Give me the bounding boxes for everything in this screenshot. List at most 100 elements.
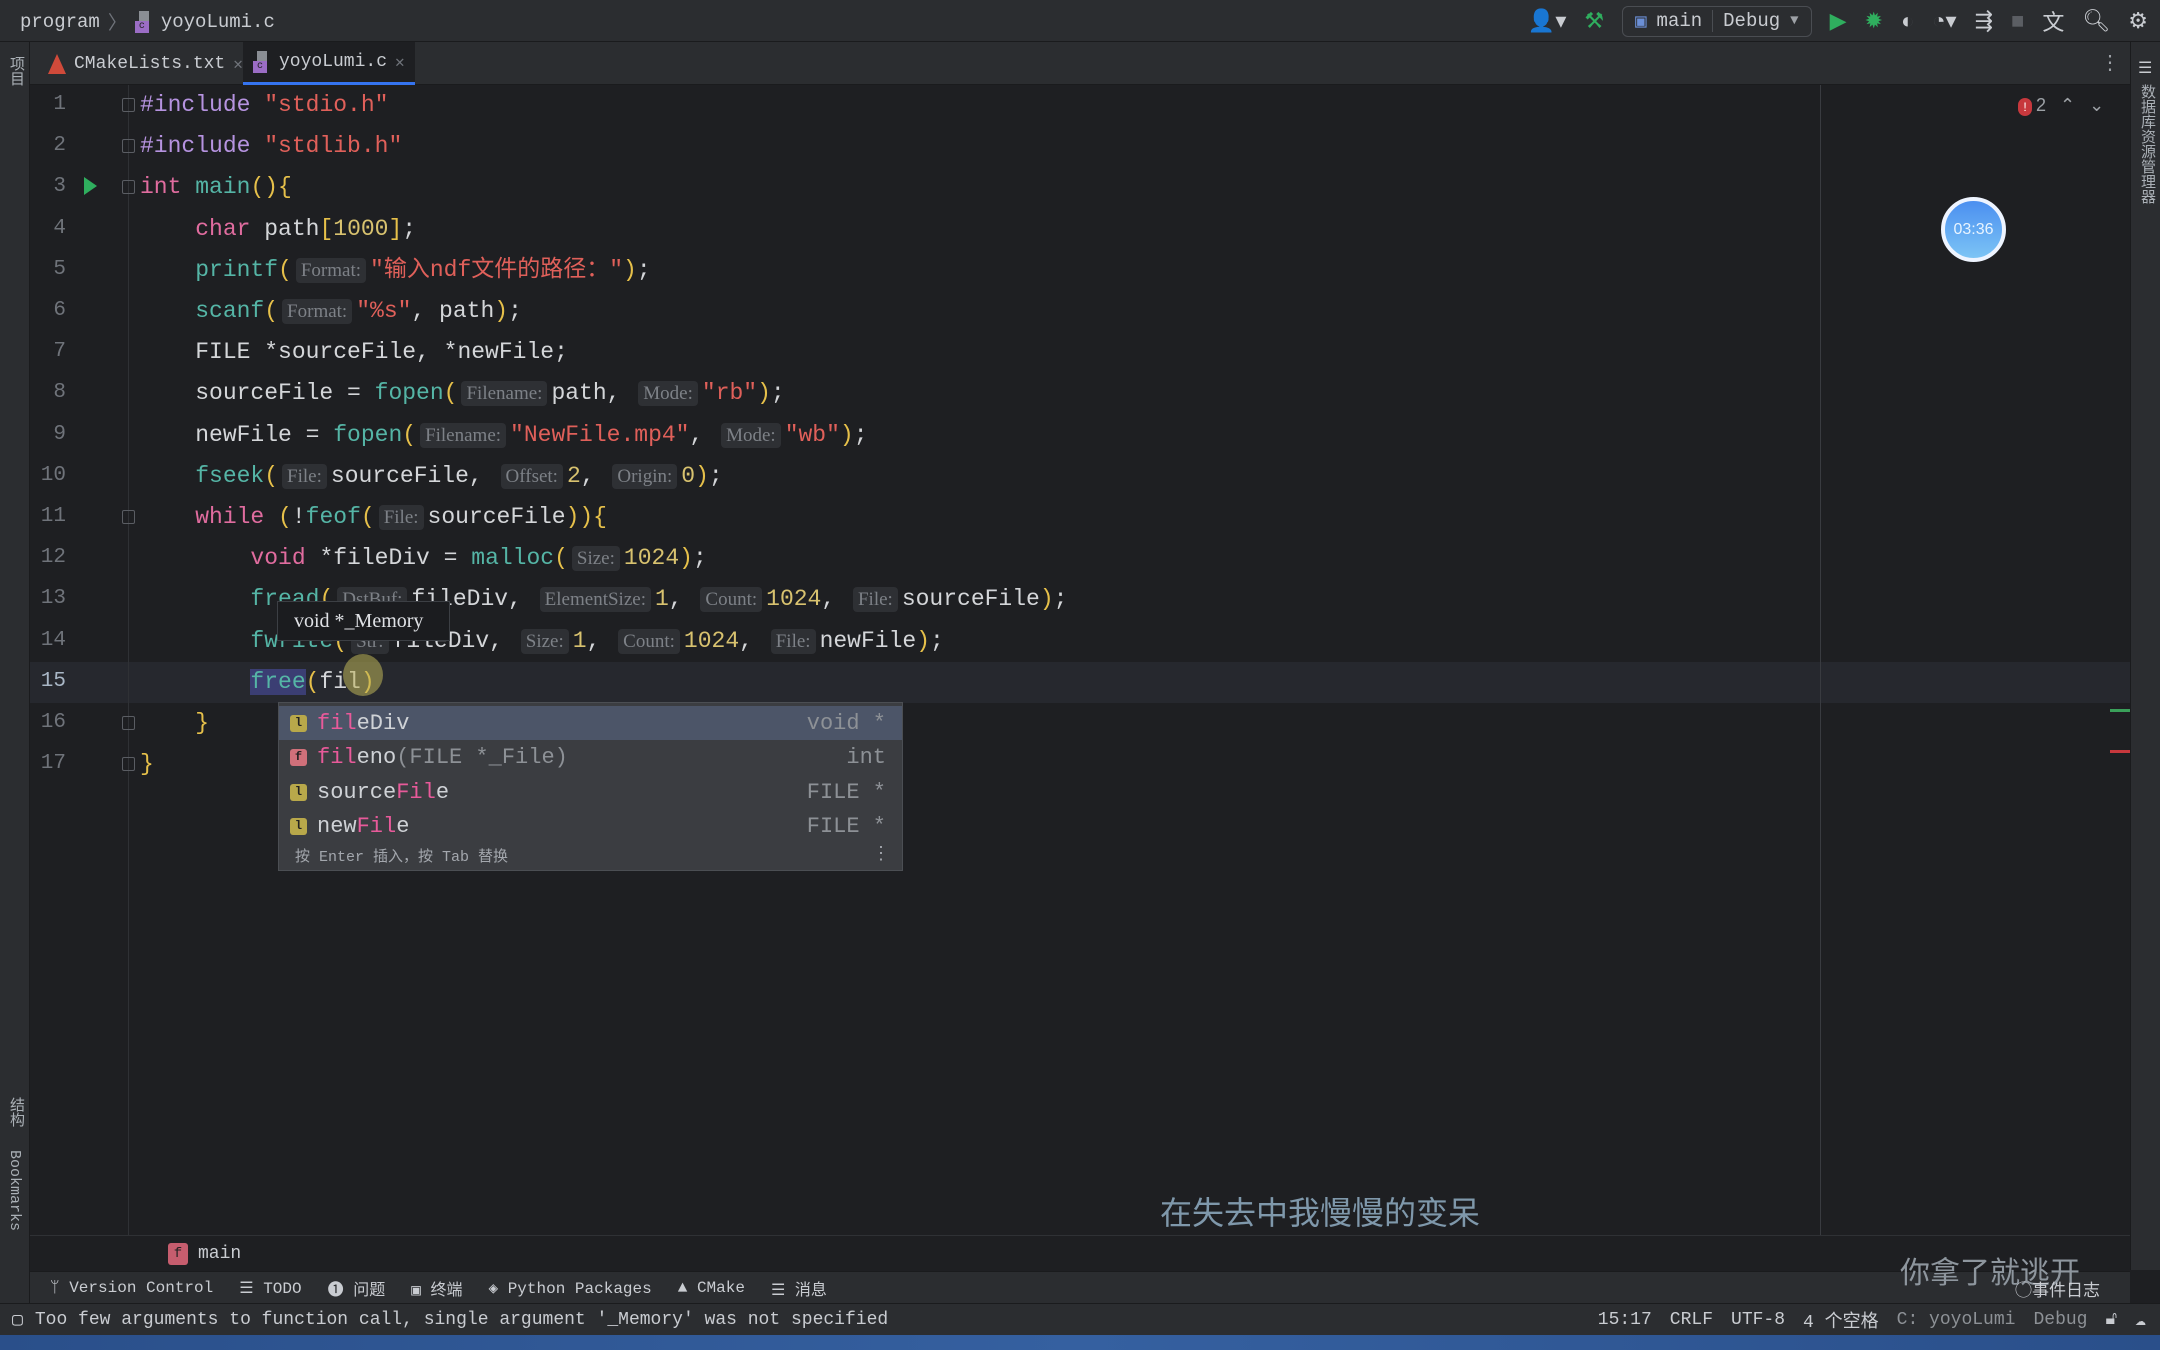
code-token: "rb" [701,380,758,407]
hammer-icon[interactable]: ⚒ [1584,8,1604,34]
completion-sig: (FILE *_File) [396,745,568,770]
chevron-right-icon: 〉 [107,13,127,35]
fold-icon[interactable] [122,98,135,112]
line-separator[interactable]: CRLF [1670,1310,1713,1330]
messages-icon: ☰ [770,1281,795,1300]
code-line[interactable]: scanf(Format: "%s", path); [140,291,522,332]
code-line[interactable]: fwrite(Str:fileDiv, Size:1, Count:1024, … [140,621,944,662]
tool-cmake[interactable]: ▲ CMake [678,1279,745,1297]
event-log-button[interactable]: ◯事件日志 [2015,1276,2100,1301]
tool-label: 终端 [430,1281,463,1300]
code-line[interactable]: #include "stdlib.h" [140,126,402,167]
code-token: path, [551,380,635,407]
run-gutter-icon[interactable] [84,177,97,195]
completion-item[interactable]: l new Fil e FILE * [279,810,902,844]
tool-python-packages[interactable]: ◈ Python Packages [488,1278,651,1298]
tool-todo[interactable]: ☰ TODO [239,1278,301,1298]
structure-tool-button[interactable]: 结构 [6,1097,27,1127]
database-explorer-button[interactable]: 数据库资源管理器 [2137,84,2158,204]
run-icon[interactable]: ▶ [1830,8,1847,34]
completion-item[interactable]: l source Fil e FILE * [279,775,902,809]
attach-icon[interactable]: ⇶ [1975,8,1993,34]
search-icon[interactable]: 🔍︎ [2082,8,2110,34]
profile-icon[interactable]: ◔▾ [1932,8,1956,34]
tool-problems[interactable]: ❶ 问题 [328,1276,386,1300]
code-token: 1024 [766,586,822,613]
resolve-context[interactable]: C: yoyoLumi [1897,1310,2016,1330]
breadcrumb-file[interactable]: yoyoLumi.c [161,11,275,33]
tab-cmakelists[interactable]: CMakeLists.txt ✕ [38,42,253,85]
nav-function-main[interactable]: main [198,1244,241,1264]
line-number: 17 [40,752,66,776]
fold-icon[interactable] [122,139,135,154]
error-marker[interactable] [2110,750,2130,753]
status-panel-icon[interactable]: ▢ [12,1309,23,1331]
run-configuration-selector[interactable]: ▣ main Debug ▼ [1622,5,1812,37]
file-encoding[interactable]: UTF-8 [1731,1310,1785,1330]
error-indicator[interactable]: ! 2 ⌃ ⌄ [2018,95,2104,116]
problems-icon: ❶ [327,1281,354,1300]
completion-item[interactable]: f fil eno (FILE *_File) int [279,741,902,775]
code-line[interactable]: } [140,703,209,744]
code-token: "%s" [356,298,412,324]
lock-icon[interactable]: 🔓︎ [2105,1309,2117,1330]
stop-icon[interactable]: ■ [2011,8,2024,34]
chevron-down-icon: ▼ [1790,13,1799,29]
cloud-settings-icon[interactable]: ☁ [2135,1309,2146,1331]
fold-icon[interactable] [122,180,135,195]
code-token: ; [853,421,868,448]
previous-error-icon[interactable]: ⌃ [2060,95,2075,116]
fold-icon[interactable] [122,510,135,524]
line-number: 12 [40,546,66,570]
code-token: , [668,586,697,613]
code-line[interactable]: newFile = fopen(Filename: "NewFile.mp4", … [140,415,868,456]
code-line[interactable]: char path[1000]; [140,209,416,250]
code-line[interactable]: while (!feof(File: sourceFile)){ [140,497,607,538]
close-icon[interactable]: ✕ [233,54,243,74]
code-token: , [586,627,615,654]
breadcrumb-project[interactable]: program [20,11,100,33]
tool-messages[interactable]: ☰ 消息 [771,1276,827,1300]
code-token: void [250,545,320,572]
completion-item[interactable]: l fil eDiv void * [279,706,902,740]
tool-version-control[interactable]: ᛘ Version Control [50,1279,213,1297]
right-margin-guide [1820,85,1821,1235]
branch-icon: ᛘ [50,1278,70,1297]
gutter-divider [128,85,129,1235]
bookmarks-tool-button[interactable]: Bookmarks [6,1150,23,1231]
caret-position[interactable]: 15:17 [1598,1310,1652,1330]
more-options-icon[interactable]: ⋮ [2100,50,2120,75]
coverage-icon[interactable]: ◐ [1901,8,1914,34]
user-icon[interactable]: 👤▾ [1528,8,1566,34]
fold-icon[interactable] [122,716,135,730]
tool-terminal[interactable]: ▣ 终端 [411,1276,462,1300]
code-line[interactable]: sourceFile = fopen(Filename: path, Mode: "… [140,373,785,414]
code-token: feof [305,504,361,530]
change-marker[interactable] [2110,709,2130,712]
debug-icon[interactable]: ✹ [1865,8,1883,34]
code-line[interactable]: FILE *sourceFile, *newFile; [140,332,568,373]
close-icon[interactable]: ✕ [395,52,405,72]
code-line[interactable]: void *fileDiv = malloc(Size: 1024); [140,538,707,579]
code-token: ( [264,462,279,489]
indent-setting[interactable]: 4 个空格 [1803,1307,1879,1333]
code-token: #include [140,92,265,118]
cmake-icon: ▲ [677,1278,697,1297]
code-line[interactable]: free(fil) [140,662,375,703]
code-line[interactable]: int main(){ [140,167,292,208]
code-line[interactable]: } [140,744,154,785]
code-line[interactable]: #include "stdio.h" [140,85,388,126]
project-tool-button[interactable]: 项目 [6,56,27,86]
fold-icon[interactable] [122,757,135,772]
settings-icon[interactable]: ⚙ [2128,8,2148,34]
code-line[interactable]: fseek(File: sourceFile, Offset: 2, Origin:… [140,456,723,497]
completion-popup: l fil eDiv void * f fil eno (FILE *_File) int l so… [278,702,903,871]
translate-icon[interactable]: 文 [2042,5,2064,37]
more-options-icon[interactable]: ⋮ [872,843,890,864]
tab-yoyolumi[interactable]: yoyoLumi.c ✕ [243,42,415,85]
inlay-hint: Origin: [612,463,678,489]
code-line[interactable]: printf(Format: "输入ndf文件的路径："); [140,250,651,291]
next-error-icon[interactable]: ⌄ [2089,95,2104,116]
build-profile-status[interactable]: Debug [2033,1310,2087,1330]
